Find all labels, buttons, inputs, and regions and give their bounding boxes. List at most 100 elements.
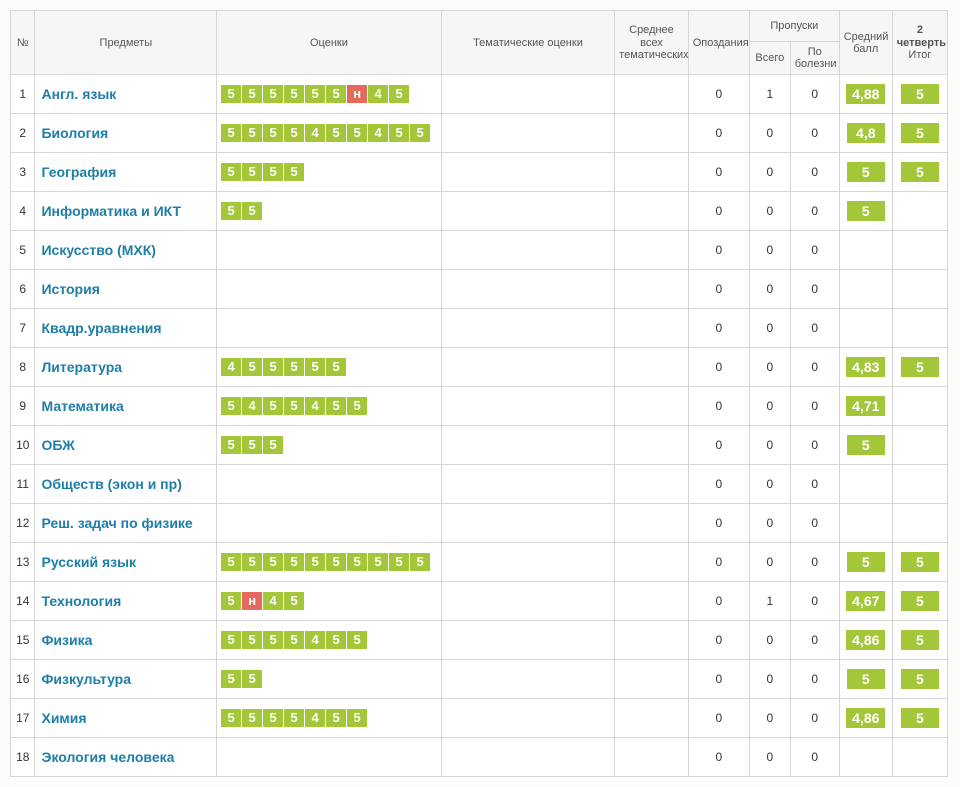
avg-score-box: 5	[847, 552, 885, 572]
row-number: 16	[11, 660, 35, 699]
row-number: 7	[11, 309, 35, 348]
grade-box: 4	[221, 358, 241, 376]
avg-score-box: 4,8	[847, 123, 885, 143]
header-absences: Пропуски	[749, 11, 839, 42]
avg-score-box: 4,88	[846, 84, 885, 104]
abs-ill-cell: 0	[790, 582, 839, 621]
table-row: 14Технология5н450104,675	[11, 582, 948, 621]
subject-link[interactable]: Квадр.уравнения	[41, 320, 161, 336]
avg-thematic-cell	[615, 465, 688, 504]
subject-link[interactable]: Биология	[41, 125, 108, 141]
subject-link[interactable]: География	[41, 164, 116, 180]
itog-cell	[892, 465, 947, 504]
subject-link[interactable]: Искусство (МХК)	[41, 242, 155, 258]
abs-ill-cell: 0	[790, 387, 839, 426]
avg-score-cell: 5	[839, 192, 892, 231]
grade-box: 5	[242, 553, 262, 571]
subject-link[interactable]: Обществ (экон и пр)	[41, 476, 181, 492]
subject-link[interactable]: Физкультура	[41, 671, 131, 687]
table-row: 9Математика54554550004,71	[11, 387, 948, 426]
grade-box: 5	[326, 553, 346, 571]
grade-box: 5	[221, 124, 241, 142]
grade-box: 5	[368, 553, 388, 571]
subject-cell: Экология человека	[35, 738, 217, 777]
table-body: 1Англ. язык555555н450104,8852Биология555…	[11, 75, 948, 777]
avg-score-cell: 4,86	[839, 699, 892, 738]
subject-link[interactable]: ОБЖ	[41, 437, 74, 453]
abs-total-cell: 0	[749, 387, 790, 426]
row-number: 4	[11, 192, 35, 231]
grades-cell: 555555н45	[217, 75, 442, 114]
header-subjects: Предметы	[35, 11, 217, 75]
grade-box: 5	[263, 358, 283, 376]
row-number: 13	[11, 543, 35, 582]
subject-link[interactable]: Технология	[41, 593, 121, 609]
row-number: 5	[11, 231, 35, 270]
row-number: 15	[11, 621, 35, 660]
grades-cell: 5н45	[217, 582, 442, 621]
table-row: 18Экология человека000	[11, 738, 948, 777]
subject-link[interactable]: Информатика и ИКТ	[41, 203, 181, 219]
grade-box: 5	[221, 397, 241, 415]
avg-thematic-cell	[615, 75, 688, 114]
subject-cell: Англ. язык	[35, 75, 217, 114]
grades-cell	[217, 231, 442, 270]
itog-cell	[892, 231, 947, 270]
grade-box: 5	[284, 553, 304, 571]
grade-box: 5	[242, 358, 262, 376]
subject-link[interactable]: Химия	[41, 710, 86, 726]
thematic-cell	[441, 231, 615, 270]
row-number: 1	[11, 75, 35, 114]
subject-link[interactable]: Математика	[41, 398, 123, 414]
thematic-cell	[441, 270, 615, 309]
grade-box: 5	[347, 709, 367, 727]
grade-box: 5	[263, 163, 283, 181]
avg-score-cell	[839, 738, 892, 777]
subject-cell: Квадр.уравнения	[35, 309, 217, 348]
subject-link[interactable]: Литература	[41, 359, 122, 375]
grade-box: 5	[221, 553, 241, 571]
lates-cell: 0	[688, 465, 749, 504]
itog-cell: 5	[892, 348, 947, 387]
abs-ill-cell: 0	[790, 699, 839, 738]
thematic-cell	[441, 660, 615, 699]
abs-total-cell: 0	[749, 192, 790, 231]
itog-cell: 5	[892, 582, 947, 621]
row-number: 17	[11, 699, 35, 738]
header-avg-thematic: Среднее всехтематических	[615, 11, 688, 75]
avg-score-cell: 4,86	[839, 621, 892, 660]
subject-link[interactable]: Англ. язык	[41, 86, 116, 102]
table-row: 12Реш. задач по физике000	[11, 504, 948, 543]
grade-box: 5	[389, 85, 409, 103]
grade-box: 5	[242, 85, 262, 103]
table-row: 10ОБЖ5550005	[11, 426, 948, 465]
subject-cell: История	[35, 270, 217, 309]
header-lates: Опоздания	[688, 11, 749, 75]
itog-cell	[892, 192, 947, 231]
avg-thematic-cell	[615, 504, 688, 543]
subject-link[interactable]: Реш. задач по физике	[41, 515, 192, 531]
subject-link[interactable]: Физика	[41, 632, 92, 648]
abs-ill-cell: 0	[790, 738, 839, 777]
grade-box: 5	[284, 631, 304, 649]
grade-box: 5	[221, 163, 241, 181]
subject-link[interactable]: Русский язык	[41, 554, 136, 570]
subject-link[interactable]: Экология человека	[41, 749, 174, 765]
avg-score-box: 4,71	[846, 396, 885, 416]
grades-cell	[217, 309, 442, 348]
abs-total-cell: 0	[749, 738, 790, 777]
itog-cell: 5	[892, 543, 947, 582]
avg-score-cell: 4,88	[839, 75, 892, 114]
grade-box: 5	[263, 631, 283, 649]
subject-link[interactable]: История	[41, 281, 99, 297]
itog-box: 5	[901, 162, 939, 182]
grade-box: 5	[242, 163, 262, 181]
itog-cell	[892, 426, 947, 465]
avg-score-cell: 5	[839, 543, 892, 582]
grade-box: 4	[368, 124, 388, 142]
lates-cell: 0	[688, 621, 749, 660]
abs-total-cell: 1	[749, 75, 790, 114]
avg-score-cell: 5	[839, 426, 892, 465]
abs-ill-cell: 0	[790, 231, 839, 270]
grades-table: № Предметы Оценки Тематические оценки Ср…	[10, 10, 948, 777]
